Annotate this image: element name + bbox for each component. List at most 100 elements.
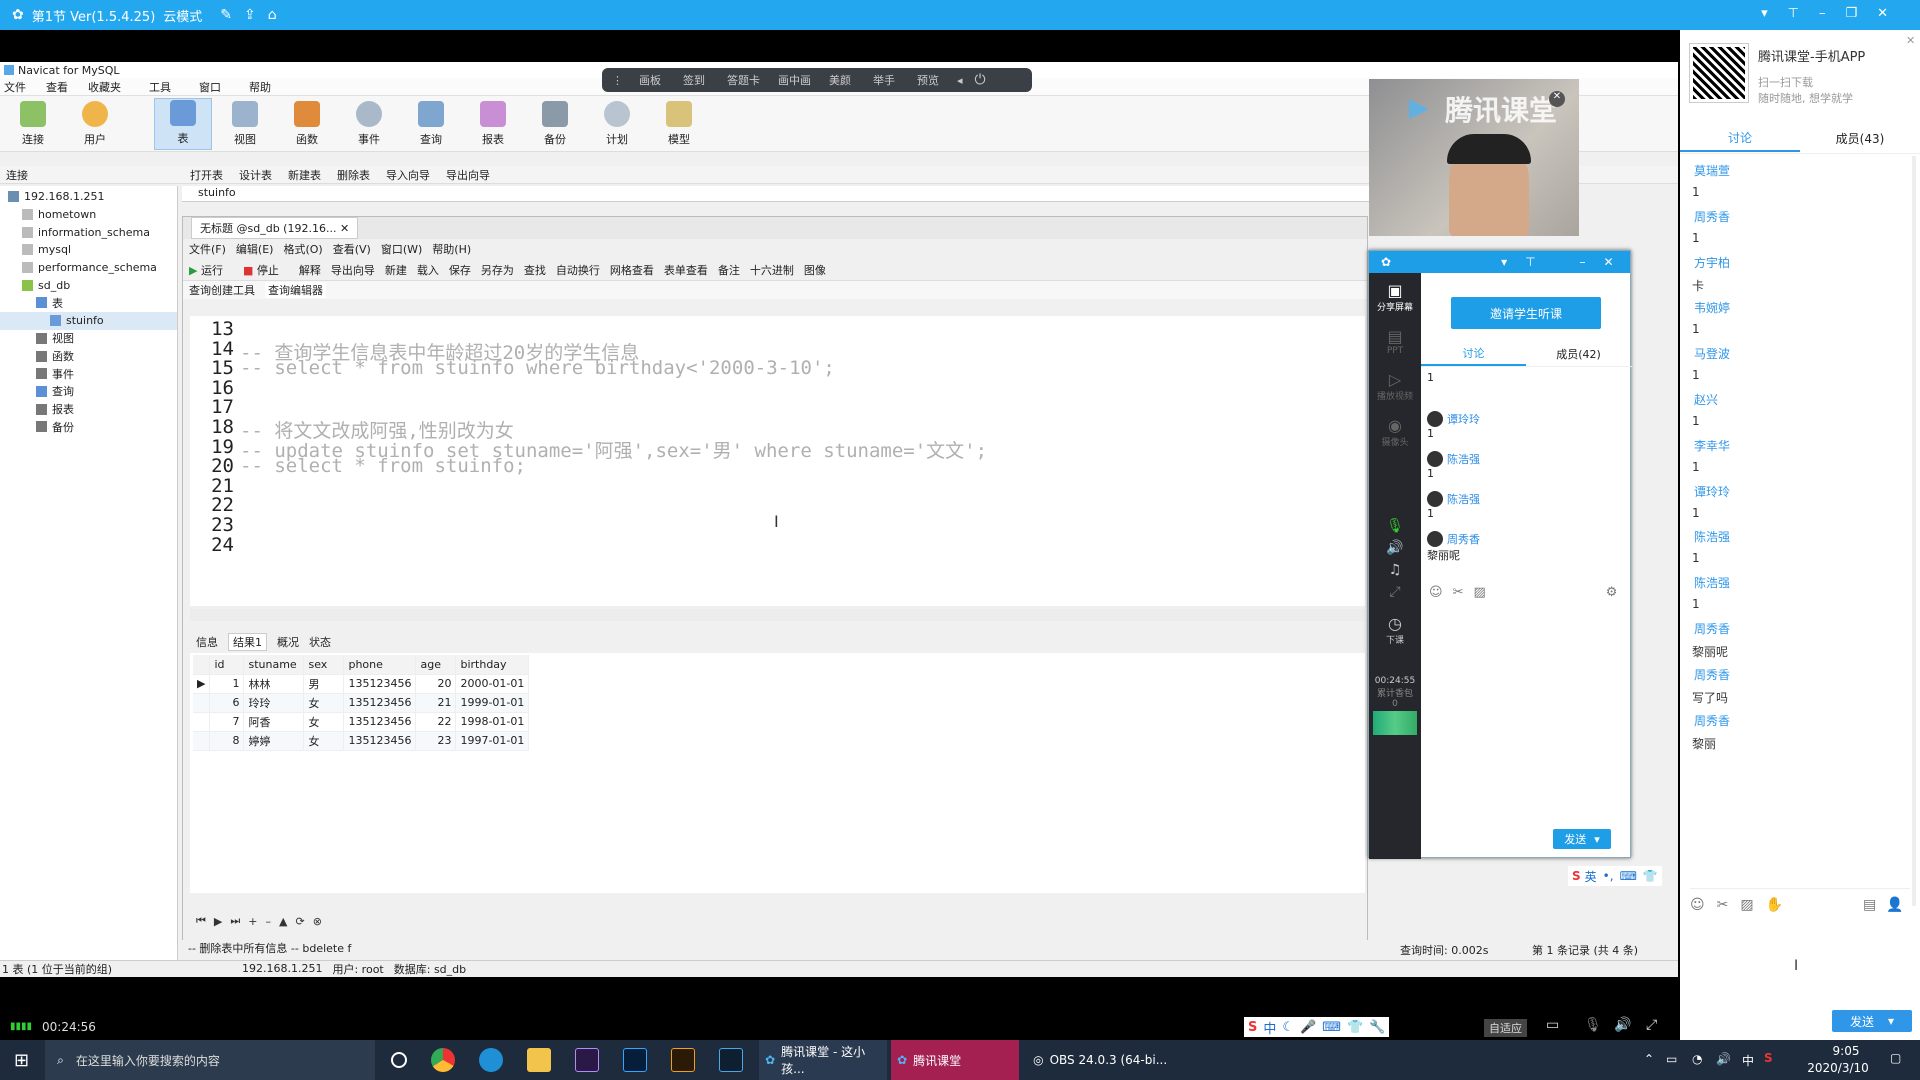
- cell-id[interactable]: 6: [209, 693, 245, 713]
- cell-stuname[interactable]: 婷婷: [243, 731, 305, 751]
- explain-button[interactable]: 解释: [299, 262, 321, 278]
- model-button[interactable]: 模型: [650, 98, 708, 150]
- layout-icon[interactable]: ▭: [1546, 1017, 1559, 1033]
- tree-node-6[interactable]: 表: [0, 294, 177, 312]
- cell-birthday[interactable]: 2000-01-01: [455, 674, 530, 694]
- up-icon[interactable]: ▲: [279, 915, 295, 928]
- end-class-button[interactable]: ◷ 下课: [1369, 614, 1421, 646]
- tab-status[interactable]: 状态: [309, 634, 331, 650]
- chevron-down-icon[interactable]: ▾: [1761, 6, 1788, 21]
- sender-name[interactable]: 赵兴: [1694, 391, 1908, 408]
- stop-button[interactable]: ■ 停止: [243, 262, 289, 278]
- editor-horizontal-scrollbar[interactable]: [190, 609, 1365, 621]
- delete-record-icon[interactable]: –: [266, 915, 280, 928]
- share-screen-item[interactable]: ▣ 分享屏幕: [1369, 281, 1421, 313]
- sender-name[interactable]: 陈浩强: [1447, 451, 1480, 467]
- tab-members[interactable]: 成员(42): [1526, 346, 1631, 365]
- menu-favorites[interactable]: 收藏夹: [88, 79, 121, 95]
- taskbar-app-0[interactable]: ✿ 腾讯课堂 - 这小孩...: [759, 1040, 888, 1080]
- next-record-icon[interactable]: ▶: [214, 915, 230, 928]
- export-button[interactable]: 导出向导: [331, 262, 375, 278]
- lightroom-icon[interactable]: [719, 1048, 744, 1072]
- save-as-button[interactable]: 另存为: [481, 262, 514, 278]
- cell-age[interactable]: 22: [415, 712, 457, 732]
- table-row[interactable]: 6 玲玲女 135123456 21 1999-01-01: [193, 693, 530, 713]
- cell-age[interactable]: 21: [415, 693, 457, 713]
- close-video-icon[interactable]: ✕: [1549, 91, 1565, 107]
- settings-icon[interactable]: ⚙: [1606, 585, 1618, 600]
- pin-icon[interactable]: ⊤: [1788, 6, 1819, 21]
- notification-icon[interactable]: ▢: [1890, 1051, 1901, 1065]
- emoji-icon[interactable]: ☺: [1429, 585, 1443, 600]
- float-send-button[interactable]: 发送 ▾: [1553, 829, 1611, 849]
- cell-sex[interactable]: 女: [303, 712, 345, 732]
- query-menu-view[interactable]: 查看(V): [333, 241, 371, 257]
- toolbar-board[interactable]: 画板: [639, 72, 661, 88]
- user-button[interactable]: 用户: [66, 98, 124, 150]
- report-button[interactable]: 报表: [464, 98, 522, 150]
- avatar[interactable]: [1427, 411, 1443, 427]
- table-row[interactable]: 8 婷婷女 135123456 23 1997-01-01: [193, 731, 530, 751]
- close-icon[interactable]: ✕: [1604, 255, 1614, 269]
- invite-students-button[interactable]: 邀请学生听课: [1451, 297, 1601, 329]
- sidebar-send-button[interactable]: 发送 ▾: [1832, 1010, 1912, 1032]
- save-button[interactable]: 保存: [449, 262, 471, 278]
- fullscreen-icon[interactable]: ⤢: [1646, 1017, 1657, 1033]
- premiere-icon[interactable]: [575, 1048, 600, 1072]
- sogou-s-icon[interactable]: S: [1572, 869, 1581, 883]
- tab-query-editor[interactable]: 查询编辑器: [265, 282, 326, 298]
- tree-node-7[interactable]: stuinfo: [0, 311, 177, 330]
- tab-query-builder[interactable]: 查询创建工具: [189, 282, 255, 298]
- query-button[interactable]: 查询: [402, 98, 460, 150]
- edit-icon[interactable]: ✎: [220, 7, 232, 23]
- float-chat-input[interactable]: [1429, 603, 1624, 713]
- table-button[interactable]: 表: [154, 97, 212, 150]
- tray-chevron-icon[interactable]: ⌃: [1644, 1052, 1654, 1066]
- last-record-icon[interactable]: ⏭: [230, 914, 248, 928]
- tree-node-10[interactable]: 事件: [0, 365, 177, 383]
- sender-name[interactable]: 方宇柏: [1694, 254, 1908, 271]
- cell-birthday[interactable]: 1998-01-01: [455, 712, 530, 732]
- first-record-icon[interactable]: ⏮: [196, 914, 214, 928]
- cell-id[interactable]: 8: [209, 731, 245, 751]
- tree-node-8[interactable]: 视图: [0, 330, 177, 348]
- cell-birthday[interactable]: 1997-01-01: [455, 731, 530, 751]
- sender-name[interactable]: 周秀香: [1694, 666, 1908, 683]
- refresh-icon[interactable]: ⟳: [295, 915, 312, 928]
- sender-name[interactable]: 周秀香: [1694, 620, 1908, 637]
- hex-button[interactable]: 十六进制: [750, 262, 794, 278]
- member-icon[interactable]: 👤: [1886, 897, 1903, 913]
- cell-phone[interactable]: 135123456: [343, 712, 417, 732]
- sidebar-chat-input[interactable]: [1680, 920, 1920, 1010]
- export-wizard-button[interactable]: 导出向导: [446, 167, 490, 183]
- import-wizard-button[interactable]: 导入向导: [386, 167, 430, 183]
- tab-profile[interactable]: 概况: [277, 634, 299, 650]
- toolbar-pip[interactable]: 画中画: [778, 72, 811, 88]
- new-table-button[interactable]: 新建表: [288, 167, 321, 183]
- tree-node-12[interactable]: 报表: [0, 400, 177, 418]
- taskbar-search[interactable]: ⌕ 在这里输入你要搜索的内容: [45, 1040, 376, 1080]
- memo-button[interactable]: 备注: [718, 262, 740, 278]
- home-icon[interactable]: ⌂: [268, 7, 277, 23]
- mic-icon[interactable]: 🎤: [1300, 1020, 1316, 1035]
- clock-date[interactable]: 2020/3/10: [1798, 1061, 1878, 1075]
- keyboard-icon[interactable]: ⌨: [1620, 869, 1637, 883]
- sql-editor[interactable]: 13 14 -- 查询学生信息表中年龄超过20岁的学生信息 15 -- select *…: [190, 316, 1365, 606]
- mic-icon[interactable]: 🎙: [1369, 518, 1421, 534]
- menu-file[interactable]: 文件: [4, 79, 26, 95]
- sender-name[interactable]: 谭玲玲: [1694, 483, 1908, 500]
- sender-name[interactable]: 周秀香: [1447, 531, 1480, 547]
- query-menu-file[interactable]: 文件(F): [189, 241, 226, 257]
- column-header-age[interactable]: age: [415, 655, 457, 675]
- menu-help[interactable]: 帮助: [249, 79, 271, 95]
- query-menu-help[interactable]: 帮助(H): [432, 241, 471, 257]
- moon-icon[interactable]: ☾: [1282, 1020, 1294, 1035]
- tab-members[interactable]: 成员(43): [1800, 130, 1920, 151]
- cell-stuname[interactable]: 玲玲: [243, 693, 305, 713]
- design-table-button[interactable]: 设计表: [239, 167, 272, 183]
- pin-icon[interactable]: ⊤: [1525, 255, 1535, 269]
- form-view-button[interactable]: 表单查看: [664, 262, 708, 278]
- ppt-item[interactable]: ▤ PPT: [1369, 327, 1421, 356]
- windows-start-icon[interactable]: ⊞: [14, 1050, 29, 1071]
- image-icon[interactable]: ▨: [1740, 897, 1753, 913]
